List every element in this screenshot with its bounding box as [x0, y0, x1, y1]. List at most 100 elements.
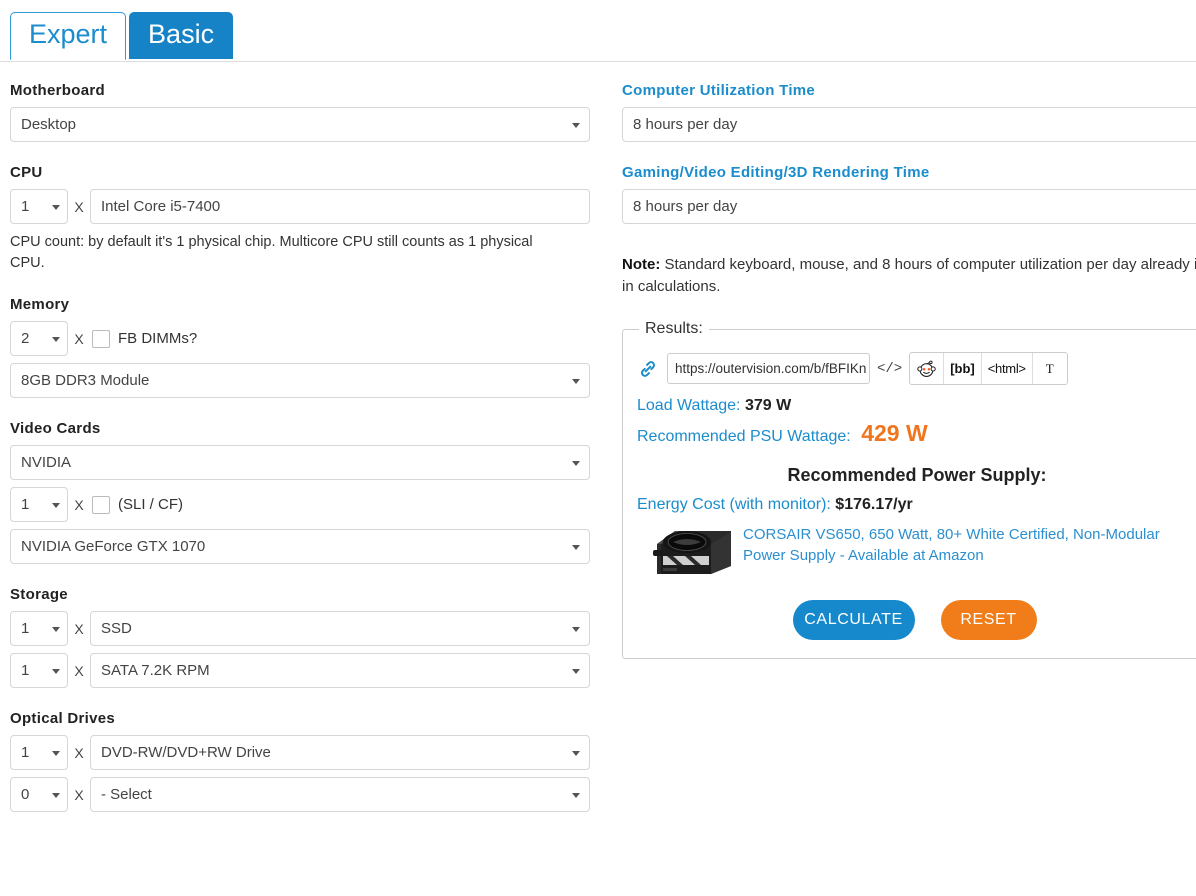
- utilization-label: Computer Utilization Time: [622, 82, 816, 99]
- chevron-down-icon: [572, 750, 580, 756]
- html-button[interactable]: <html>: [982, 353, 1033, 384]
- storage-multiplier-2: X: [74, 662, 84, 679]
- optical-type-value-2: - Select: [101, 786, 152, 803]
- optical-multiplier-1: X: [74, 744, 84, 761]
- psu-product-row: CORSAIR VS650, 650 Watt, 80+ White Certi…: [637, 524, 1196, 578]
- optical-drives-label: Optical Drives: [10, 710, 116, 727]
- video-card-brand-select[interactable]: NVIDIA: [10, 445, 590, 480]
- video-card-count-select[interactable]: 1: [10, 487, 68, 522]
- load-wattage-row: Load Wattage: 379 W: [637, 397, 1196, 415]
- utilization-group: Computer Utilization Time 8 hours per da…: [622, 82, 1196, 142]
- memory-count-select[interactable]: 2: [10, 321, 68, 356]
- video-card-model-select[interactable]: NVIDIA GeForce GTX 1070: [10, 529, 590, 564]
- cpu-model-input[interactable]: Intel Core i5-7400: [90, 189, 590, 224]
- reddit-icon[interactable]: [910, 353, 945, 384]
- storage-type-select-2[interactable]: SATA 7.2K RPM: [90, 653, 590, 688]
- memory-count-row: 2 X FB DIMMs?: [10, 321, 590, 356]
- results-legend: Results:: [645, 320, 703, 337]
- recommended-psu-label: Recommended PSU Wattage:: [637, 428, 851, 445]
- share-url-input[interactable]: https://outervision.com/b/fBFIKn: [667, 353, 870, 384]
- cpu-label: CPU: [10, 164, 43, 181]
- configuration-column: Motherboard Desktop CPU 1 X Intel Core i…: [0, 62, 600, 834]
- results-panel: Results: https://outervision.com/b/fBFIK…: [622, 320, 1196, 659]
- psu-product-link[interactable]: CORSAIR VS650, 650 Watt, 80+ White Certi…: [743, 524, 1193, 566]
- tab-basic-label: Basic: [148, 19, 215, 49]
- results-actions: CALCULATE RESET: [637, 600, 1196, 640]
- cpu-count-select[interactable]: 1: [10, 189, 68, 224]
- bbcode-button[interactable]: [bb]: [944, 353, 982, 384]
- energy-cost-value: $176.17/yr: [835, 496, 913, 513]
- reset-button[interactable]: RESET: [940, 600, 1037, 640]
- gaming-select[interactable]: 8 hours per day: [622, 189, 1196, 224]
- chevron-down-icon: [52, 792, 60, 798]
- chevron-down-icon: [52, 626, 60, 632]
- recommended-psu-value: 429 W: [861, 420, 928, 446]
- chevron-down-icon: [572, 792, 580, 798]
- storage-count-value-1: 1: [21, 620, 30, 637]
- chevron-down-icon: [572, 544, 580, 550]
- load-wattage-label: Load Wattage:: [637, 397, 741, 414]
- video-cards-group: Video Cards NVIDIA 1 X (SLI / CF) NVIDIA…: [10, 420, 590, 564]
- motherboard-select[interactable]: Desktop: [10, 107, 590, 142]
- utilization-value: 8 hours per day: [633, 116, 738, 133]
- video-card-count-row: 1 X (SLI / CF): [10, 487, 590, 522]
- text-button[interactable]: T: [1033, 353, 1067, 384]
- gaming-label: Gaming/Video Editing/3D Rendering Time: [622, 164, 930, 181]
- tab-basic[interactable]: Basic: [129, 12, 234, 59]
- optical-multiplier-2: X: [74, 786, 84, 803]
- motherboard-value: Desktop: [21, 116, 77, 133]
- tab-expert[interactable]: Expert: [10, 12, 127, 60]
- chevron-down-icon: [52, 204, 60, 210]
- optical-count-select-2[interactable]: 0: [10, 777, 68, 812]
- note-prefix: Note:: [622, 256, 661, 273]
- cpu-row: 1 X Intel Core i5-7400: [10, 189, 590, 224]
- calculate-button[interactable]: CALCULATE: [792, 600, 915, 640]
- cpu-count-value: 1: [21, 198, 30, 215]
- storage-count-select-1[interactable]: 1: [10, 611, 68, 646]
- storage-multiplier-1: X: [74, 620, 84, 637]
- chevron-down-icon: [572, 460, 580, 466]
- energy-cost-label: Energy Cost (with monitor):: [637, 496, 831, 513]
- storage-count-select-2[interactable]: 1: [10, 653, 68, 688]
- motherboard-group: Motherboard Desktop: [10, 82, 590, 142]
- fb-dimms-checkbox[interactable]: [92, 329, 110, 348]
- storage-row-1: 1 X SSD: [10, 611, 590, 646]
- storage-type-value-2: SATA 7.2K RPM: [101, 662, 210, 679]
- tab-bar: Expert Basic: [0, 0, 1196, 62]
- optical-row-1: 1 X DVD-RW/DVD+RW Drive: [10, 735, 590, 770]
- cpu-model-value: Intel Core i5-7400: [101, 198, 221, 215]
- tab-expert-label: Expert: [29, 19, 108, 49]
- code-embed-icon[interactable]: </>: [877, 361, 902, 377]
- utilization-select[interactable]: 8 hours per day: [622, 107, 1196, 142]
- optical-drives-group: Optical Drives 1 X DVD-RW/DVD+RW Drive 0…: [10, 710, 590, 812]
- storage-type-select-1[interactable]: SSD: [90, 611, 590, 646]
- share-url-value: https://outervision.com/b/fBFIKn: [675, 361, 867, 376]
- video-cards-label: Video Cards: [10, 420, 101, 437]
- optical-count-value-2: 0: [21, 786, 30, 803]
- optical-type-value-1: DVD-RW/DVD+RW Drive: [101, 744, 271, 761]
- share-row: https://outervision.com/b/fBFIKn </> [bb…: [637, 352, 1196, 385]
- energy-cost-row: Energy Cost (with monitor): $176.17/yr: [637, 496, 1196, 514]
- optical-type-select-2[interactable]: - Select: [90, 777, 590, 812]
- page-body: Motherboard Desktop CPU 1 X Intel Core i…: [0, 62, 1196, 834]
- note-text: Note: Standard keyboard, mouse, and 8 ho…: [622, 254, 1196, 298]
- memory-module-value: 8GB DDR3 Module: [21, 372, 150, 389]
- sli-cf-checkbox[interactable]: [92, 495, 110, 514]
- chevron-down-icon: [52, 750, 60, 756]
- load-wattage-value: 379 W: [744, 397, 792, 414]
- link-icon[interactable]: [637, 358, 659, 380]
- memory-module-select[interactable]: 8GB DDR3 Module: [10, 363, 590, 398]
- optical-type-select-1[interactable]: DVD-RW/DVD+RW Drive: [90, 735, 590, 770]
- chevron-down-icon: [52, 336, 60, 342]
- chevron-down-icon: [572, 626, 580, 632]
- video-card-model-value: NVIDIA GeForce GTX 1070: [21, 538, 206, 555]
- chevron-down-icon: [572, 378, 580, 384]
- memory-multiplier: X: [74, 330, 84, 347]
- video-card-count-value: 1: [21, 496, 30, 513]
- video-card-multiplier: X: [74, 496, 84, 513]
- chevron-down-icon: [572, 668, 580, 674]
- chevron-down-icon: [572, 122, 580, 128]
- optical-count-select-1[interactable]: 1: [10, 735, 68, 770]
- chevron-down-icon: [52, 668, 60, 674]
- cpu-group: CPU 1 X Intel Core i5-7400 CPU count: by…: [10, 164, 590, 274]
